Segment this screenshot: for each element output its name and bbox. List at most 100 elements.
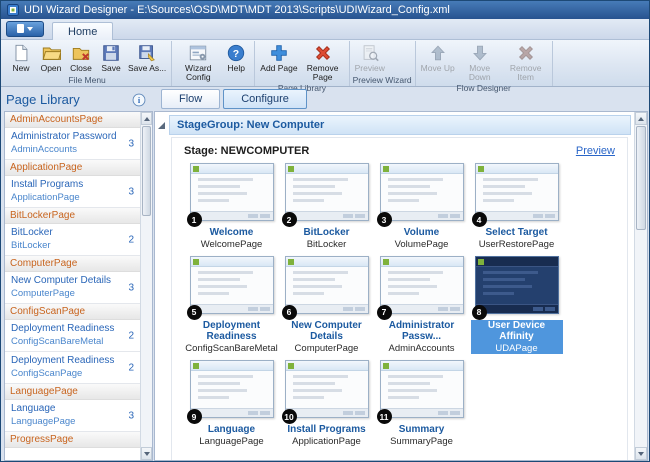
scrollbar-thumb[interactable] <box>636 126 646 230</box>
save-as-button[interactable]: Save As... <box>126 42 168 74</box>
ribbon-button-label: Open <box>41 64 62 73</box>
sidebar-scrollbar[interactable] <box>140 112 152 460</box>
thumb-button <box>545 307 555 311</box>
ribbon-button-label: New <box>12 64 29 73</box>
page-number-badge: 7 <box>377 305 392 320</box>
help-button[interactable]: ?Help <box>221 42 251 74</box>
thumb-line <box>388 271 444 274</box>
scrollbar-thumb[interactable] <box>142 126 151 216</box>
save-button[interactable]: Save <box>96 42 126 74</box>
thumb-footer <box>191 211 273 220</box>
wizard-config-icon <box>188 43 208 63</box>
page-library-item[interactable]: BitLockerBitLocker2 <box>5 224 140 256</box>
thumb-line <box>483 292 514 295</box>
page-library-group-header[interactable]: ConfigScanPage <box>5 304 140 320</box>
save-as-icon <box>137 43 157 63</box>
stage-group-header[interactable]: StageGroup: New Computer <box>169 115 631 135</box>
wizard-page-item[interactable]: 2BitLockerBitLocker <box>279 163 374 252</box>
thumb-line <box>293 185 336 188</box>
wizard-page-item[interactable]: 1WelcomeWelcomePage <box>184 163 279 252</box>
ribbon-group-label <box>175 83 251 86</box>
tab-configure[interactable]: Configure <box>223 89 307 109</box>
thumb-button <box>438 411 448 415</box>
arrow-up-icon <box>638 117 644 121</box>
ribbon-group: Wizard Config?Help <box>172 41 255 86</box>
wizard-page-thumbnail <box>380 163 464 221</box>
main-scrollbar[interactable] <box>634 112 647 460</box>
wizard-page-item[interactable]: 5Deployment ReadinessConfigScanBareMetal <box>184 256 279 356</box>
thumb-button <box>545 214 555 218</box>
scroll-down-button[interactable] <box>141 447 152 460</box>
page-library-group-header[interactable]: BitLockerPage <box>5 208 140 224</box>
stage-title: Stage: NEWCOMPUTER <box>184 145 309 157</box>
thumb-line <box>388 199 419 202</box>
page-library-item[interactable]: New Computer DetailsComputerPage3 <box>5 272 140 304</box>
page-item-count: 3 <box>128 138 134 149</box>
page-library-group-header[interactable]: ComputerPage <box>5 256 140 272</box>
page-library-group-header[interactable]: LanguagePage <box>5 384 140 400</box>
close-icon <box>71 43 91 63</box>
wizard-page-item[interactable]: 8User Device AffinityUDAPage <box>469 256 564 356</box>
wizard-page-type: AdminAccounts <box>386 343 456 354</box>
remove-page-button[interactable]: Remove Page <box>300 42 346 83</box>
close-button[interactable]: Close <box>66 42 96 74</box>
wizard-page-item[interactable]: 11SummarySummaryPage <box>374 360 469 449</box>
ribbon-group-label: File Menu <box>6 75 168 86</box>
wizard-page-thumbnail <box>285 256 369 314</box>
scroll-down-button[interactable] <box>635 447 647 460</box>
info-icon[interactable]: i <box>132 93 146 107</box>
arrow-up-icon <box>144 117 150 121</box>
thumb-line <box>388 185 431 188</box>
thumb-header <box>286 164 368 174</box>
thumb-button <box>260 307 270 311</box>
scroll-up-button[interactable] <box>141 112 152 125</box>
page-library-item[interactable]: Administrator PasswordAdminAccounts3 <box>5 128 140 160</box>
page-item-count: 3 <box>128 282 134 293</box>
collapse-arrow-icon[interactable] <box>158 122 165 129</box>
thumb-line <box>388 178 444 181</box>
page-library-item[interactable]: Deployment ReadinessConfigScanPage2 <box>5 352 140 384</box>
tab-home[interactable]: Home <box>52 22 113 40</box>
open-button[interactable]: Open <box>36 42 66 74</box>
tab-flow[interactable]: Flow <box>161 89 220 109</box>
save-icon <box>101 43 121 63</box>
wizard-page-item[interactable]: 7Administrator Passw...AdminAccounts <box>374 256 469 356</box>
new-button[interactable]: New <box>6 42 36 74</box>
page-library-group-header[interactable]: ProgressPage <box>5 432 140 448</box>
thumbnail-wrap: 7 <box>380 256 464 314</box>
add-page-button[interactable]: Add Page <box>258 42 299 74</box>
document-icon <box>17 24 24 33</box>
page-item-count: 2 <box>128 330 134 341</box>
wizard-page-item[interactable]: 4Select TargetUserRestorePage <box>469 163 564 252</box>
ribbon-button-label: Preview <box>355 64 385 73</box>
ribbon-group: Move UpMove DownRemove ItemFlow Designer <box>416 41 553 86</box>
title-bar: UDI Wizard Designer - E:\Sources\OSD\MDT… <box>1 1 649 19</box>
page-library-item[interactable]: Deployment ReadinessConfigScanBareMetal2 <box>5 320 140 352</box>
wizard-page-item[interactable]: 9LanguageLanguagePage <box>184 360 279 449</box>
thumb-footer <box>381 408 463 417</box>
stage-preview-link[interactable]: Preview <box>576 145 615 157</box>
ribbon-group-buttons: Preview <box>353 42 412 75</box>
wizard-page-type: ConfigScanBareMetal <box>183 343 279 354</box>
view-tabs: FlowConfigure <box>154 87 648 111</box>
application-menu-button[interactable] <box>6 21 44 37</box>
thumb-button <box>343 411 353 415</box>
wizard-page-item[interactable]: 6New Computer DetailsComputerPage <box>279 256 374 356</box>
thumb-line <box>483 185 526 188</box>
thumb-line <box>198 285 247 288</box>
page-library-group-header[interactable]: AdminAccountsPage <box>5 112 140 128</box>
page-library-item[interactable]: LanguageLanguagePage3 <box>5 400 140 432</box>
page-library-item[interactable]: Install ProgramsApplicationPage3 <box>5 176 140 208</box>
page-library-header: Page Library i <box>2 87 153 110</box>
thumbnail-wrap: 9 <box>190 360 274 418</box>
page-library-group-header[interactable]: ApplicationPage <box>5 160 140 176</box>
thumb-line <box>198 192 247 195</box>
thumb-line <box>483 278 526 281</box>
wizard-page-item[interactable]: 10Install ProgramsApplicationPage <box>279 360 374 449</box>
wizard-page-item[interactable]: 3VolumeVolumePage <box>374 163 469 252</box>
scroll-up-button[interactable] <box>635 112 647 125</box>
ribbon-group: PreviewPreview Wizard <box>350 41 416 86</box>
move-up-icon <box>428 43 448 63</box>
wizard-config-button[interactable]: Wizard Config <box>175 42 221 83</box>
arrow-down-icon <box>638 452 644 456</box>
